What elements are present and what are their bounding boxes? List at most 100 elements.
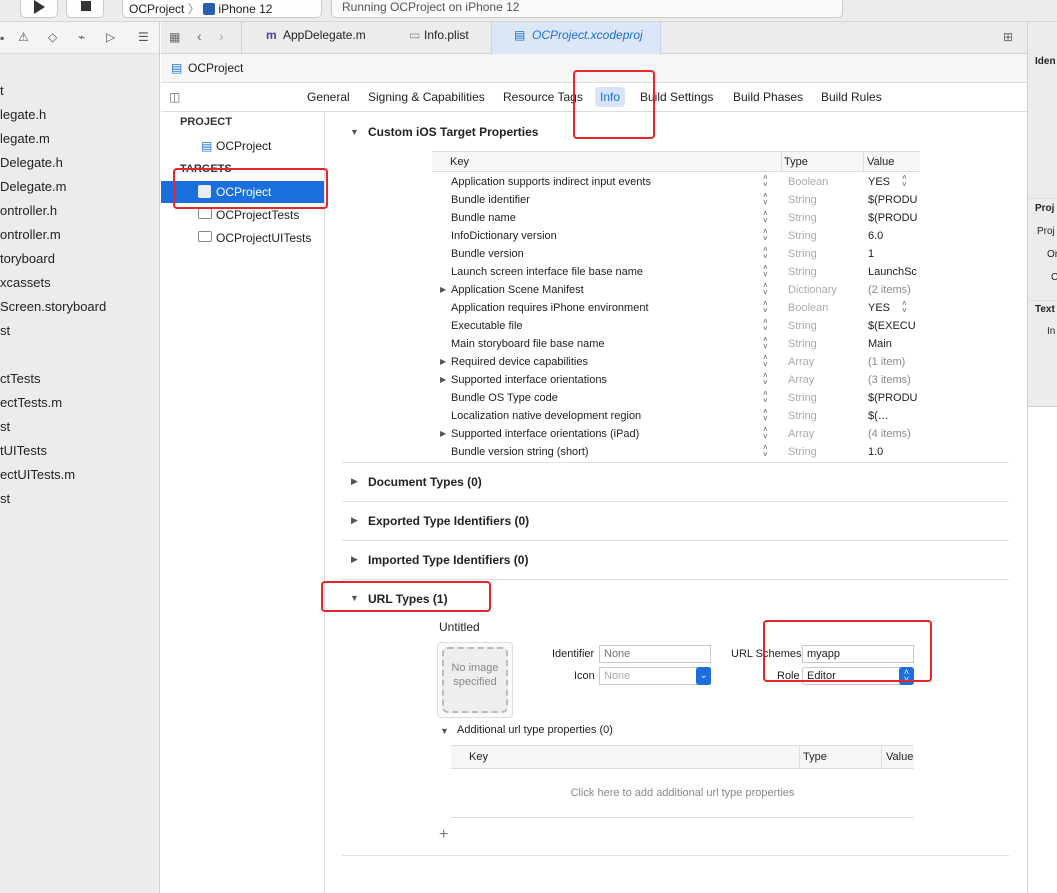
collapse-triangle-icon[interactable]: ▼ (440, 726, 449, 736)
row-type[interactable]: String (788, 230, 817, 242)
table-row[interactable]: Launch screen interface file base name ˄ ˅… (432, 263, 920, 281)
expand-triangle-icon[interactable]: ▶ (440, 357, 446, 366)
tab-build-phases[interactable]: Build Phases (733, 90, 803, 104)
table-row[interactable]: Main storyboard file base name ˄ ˅ String Ma… (432, 335, 920, 353)
expand-triangle-icon[interactable]: ▶ (440, 375, 446, 384)
tag-icon[interactable]: ▷ (106, 30, 115, 44)
row-value[interactable]: $(EXECU (868, 320, 920, 332)
column-key[interactable]: Key (469, 751, 488, 763)
section-document-types[interactable]: Document Types (0) (368, 475, 482, 489)
file-item[interactable]: ontroller.m (0, 227, 61, 242)
row-type[interactable]: Boolean (788, 302, 828, 314)
tab-general[interactable]: General (307, 90, 350, 104)
add-properties-hint[interactable]: Click here to add additional url type pr… (451, 787, 914, 799)
row-type[interactable]: String (788, 194, 817, 206)
row-type[interactable]: Dictionary (788, 284, 837, 296)
updown-chevron-icon[interactable]: ˄ ˅ (763, 282, 768, 296)
file-item[interactable]: legate.h (0, 107, 46, 122)
row-value[interactable]: LaunchSc (868, 266, 920, 278)
updown-chevron-icon[interactable]: ˄ ˅ (763, 300, 768, 314)
table-row[interactable]: Bundle OS Type code ˄ ˅ String $(PRODU (432, 389, 920, 407)
table-row[interactable]: Localization native development region ˄ ˅… (432, 407, 920, 425)
column-value[interactable]: Value (886, 751, 913, 763)
updown-chevron-icon[interactable]: ˄ ˅ (763, 444, 768, 458)
icon-dropdown[interactable]: None ⌄ (599, 667, 711, 685)
updown-chevron-icon[interactable]: ˄ ˅ (763, 372, 768, 386)
file-item[interactable]: xcassets (0, 275, 51, 290)
row-type[interactable]: String (788, 320, 817, 332)
file-item[interactable]: Delegate.h (0, 155, 63, 170)
row-value[interactable]: 6.0 (868, 230, 920, 242)
table-row[interactable]: ▶ Supported interface orientations (iPad)… (432, 425, 920, 443)
file-item[interactable]: tUITests (0, 443, 47, 458)
row-type[interactable]: String (788, 212, 817, 224)
add-button[interactable]: + (439, 826, 448, 844)
table-row[interactable]: Bundle identifier ˄ ˅ String $(PRODU (432, 191, 920, 209)
file-item[interactable]: st (0, 323, 10, 338)
folder-icon[interactable]: ▪ (0, 31, 4, 45)
breakpoint-list-icon[interactable]: ⌁ (78, 30, 85, 44)
updown-chevron-icon[interactable]: ˄ ˅ (763, 246, 768, 260)
updown-chevron-icon[interactable]: ˄ ˅ (763, 354, 768, 368)
row-type[interactable]: Array (788, 428, 814, 440)
table-row[interactable]: Bundle version ˄ ˅ String 1 (432, 245, 920, 263)
file-item[interactable]: Delegate.m (0, 179, 66, 194)
row-value[interactable]: (4 items) (868, 428, 920, 440)
row-type[interactable]: Boolean (788, 176, 828, 188)
updown-chevron-icon[interactable]: ˄ ˅ (902, 174, 907, 188)
updown-chevron-icon[interactable]: ˄ ˅ (763, 192, 768, 206)
row-type[interactable]: Array (788, 356, 814, 368)
updown-chevron-icon[interactable]: ˄ ˅ (763, 228, 768, 242)
tab-info-plist[interactable]: ▭ Info.plist (391, 22, 491, 54)
row-type[interactable]: String (788, 446, 817, 458)
updown-chevron-icon[interactable]: ˄ ˅ (763, 174, 768, 188)
additional-properties-title[interactable]: Additional url type properties (0) (457, 724, 613, 736)
grid-icon[interactable]: ▦ (169, 30, 180, 44)
column-type[interactable]: Type (784, 156, 808, 168)
file-item[interactable]: toryboard (0, 251, 55, 266)
diamond-icon[interactable]: ◇ (48, 30, 57, 44)
file-item[interactable]: legate.m (0, 131, 50, 146)
tab-resource-tags[interactable]: Resource Tags (503, 90, 583, 104)
row-value[interactable]: Main (868, 338, 920, 350)
identifier-field[interactable] (599, 645, 711, 663)
row-type[interactable]: Array (788, 374, 814, 386)
expand-triangle-icon[interactable]: ▶ (351, 515, 358, 526)
url-type-image-well[interactable]: No image specified (437, 642, 513, 718)
updown-chevron-icon[interactable]: ˄ ˅ (763, 408, 768, 422)
section-imported-types[interactable]: Imported Type Identifiers (0) (368, 553, 528, 567)
table-row[interactable]: InfoDictionary version ˄ ˅ String 6.0 (432, 227, 920, 245)
updown-chevron-icon[interactable]: ˄ ˅ (763, 264, 768, 278)
row-value[interactable]: $(… (868, 410, 920, 422)
updown-chevron-icon[interactable]: ˄ ˅ (763, 210, 768, 224)
breadcrumb-project[interactable]: OCProject (188, 61, 243, 75)
tab-signing[interactable]: Signing & Capabilities (368, 90, 485, 104)
table-row[interactable]: Bundle name ˄ ˅ String $(PRODU (432, 209, 920, 227)
expand-triangle-icon[interactable]: ▶ (440, 429, 446, 438)
section-exported-types[interactable]: Exported Type Identifiers (0) (368, 514, 529, 528)
scheme-selector[interactable]: OCProject 〉 iPhone 12 (122, 0, 322, 18)
file-item[interactable]: t (0, 83, 4, 98)
file-item[interactable]: ontroller.h (0, 203, 57, 218)
file-item[interactable]: ctTests (0, 371, 40, 386)
table-row[interactable]: Application supports indirect input even… (432, 173, 920, 191)
split-editor-icon[interactable]: ⊞ (1003, 30, 1013, 44)
collapse-triangle-icon[interactable]: ▼ (350, 127, 359, 137)
target-item[interactable]: OCProjectTests (216, 208, 299, 222)
row-value[interactable]: (3 items) (868, 374, 920, 386)
file-item[interactable]: ectTests.m (0, 395, 62, 410)
table-row[interactable]: Bundle version string (short) ˄ ˅ String 1.0 (432, 443, 920, 461)
target-item[interactable]: OCProjectUITests (216, 231, 311, 245)
row-value[interactable]: 1.0 (868, 446, 920, 458)
tab-build-rules[interactable]: Build Rules (821, 90, 882, 104)
row-value[interactable]: $(PRODU (868, 392, 920, 404)
row-type[interactable]: String (788, 266, 817, 278)
row-type[interactable]: String (788, 248, 817, 260)
back-icon[interactable]: ‹ (197, 28, 202, 44)
row-type[interactable]: String (788, 410, 817, 422)
file-item[interactable]: ectUITests.m (0, 467, 75, 482)
table-row[interactable]: ▶ Supported interface orientations ˄ ˅ Array… (432, 371, 920, 389)
updown-chevron-icon[interactable]: ˄ ˅ (763, 390, 768, 404)
row-value[interactable]: 1 (868, 248, 920, 260)
file-item[interactable]: Screen.storyboard (0, 299, 106, 314)
